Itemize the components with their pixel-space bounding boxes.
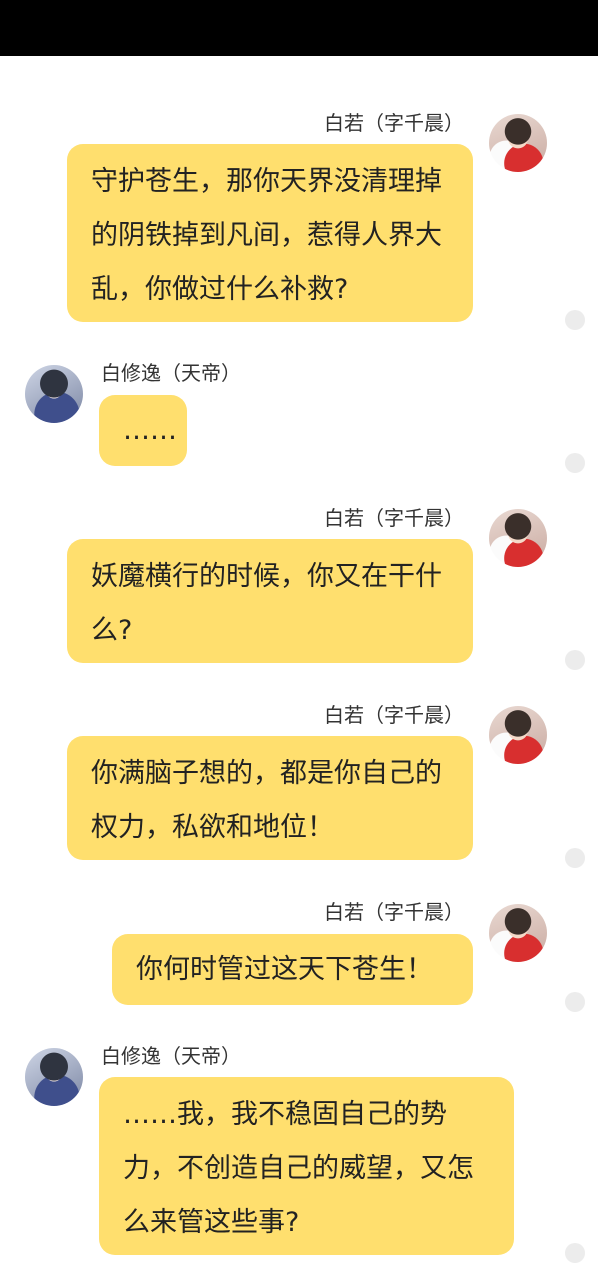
message-status-dot: [565, 1243, 585, 1263]
message-status-dot: [565, 453, 585, 473]
chat-bubble[interactable]: 妖魔横行的时候，你又在干什么?: [67, 539, 473, 663]
avatar[interactable]: [489, 706, 547, 764]
sender-name: 白若（字千晨）: [324, 900, 464, 924]
status-bar: [0, 0, 598, 56]
chat-bubble[interactable]: ……我，我不稳固自己的势力，不创造自己的威望，又怎么来管这些事?: [99, 1077, 514, 1255]
chat-bubble[interactable]: 你何时管过这天下苍生！: [112, 934, 473, 1005]
avatar[interactable]: [489, 509, 547, 567]
avatar[interactable]: [489, 904, 547, 962]
message-status-dot: [565, 650, 585, 670]
avatar[interactable]: [489, 114, 547, 172]
chat-bubble[interactable]: 守护苍生，那你天界没清理掉的阴铁掉到凡间，惹得人界大乱，你做过什么补救?: [67, 144, 473, 322]
sender-name: 白修逸（天帝）: [101, 361, 241, 385]
avatar[interactable]: [25, 365, 83, 423]
sender-name: 白若（字千晨）: [324, 703, 464, 727]
sender-name: 白若（字千晨）: [324, 111, 464, 135]
avatar[interactable]: [25, 1048, 83, 1106]
sender-name: 白若（字千晨）: [324, 506, 464, 530]
sender-name: 白修逸（天帝）: [101, 1044, 241, 1068]
chat-bubble[interactable]: 你满脑子想的，都是你自己的权力，私欲和地位！: [67, 736, 473, 860]
message-status-dot: [565, 992, 585, 1012]
message-status-dot: [565, 310, 585, 330]
chat-bubble[interactable]: ……: [99, 395, 187, 466]
message-status-dot: [565, 848, 585, 868]
